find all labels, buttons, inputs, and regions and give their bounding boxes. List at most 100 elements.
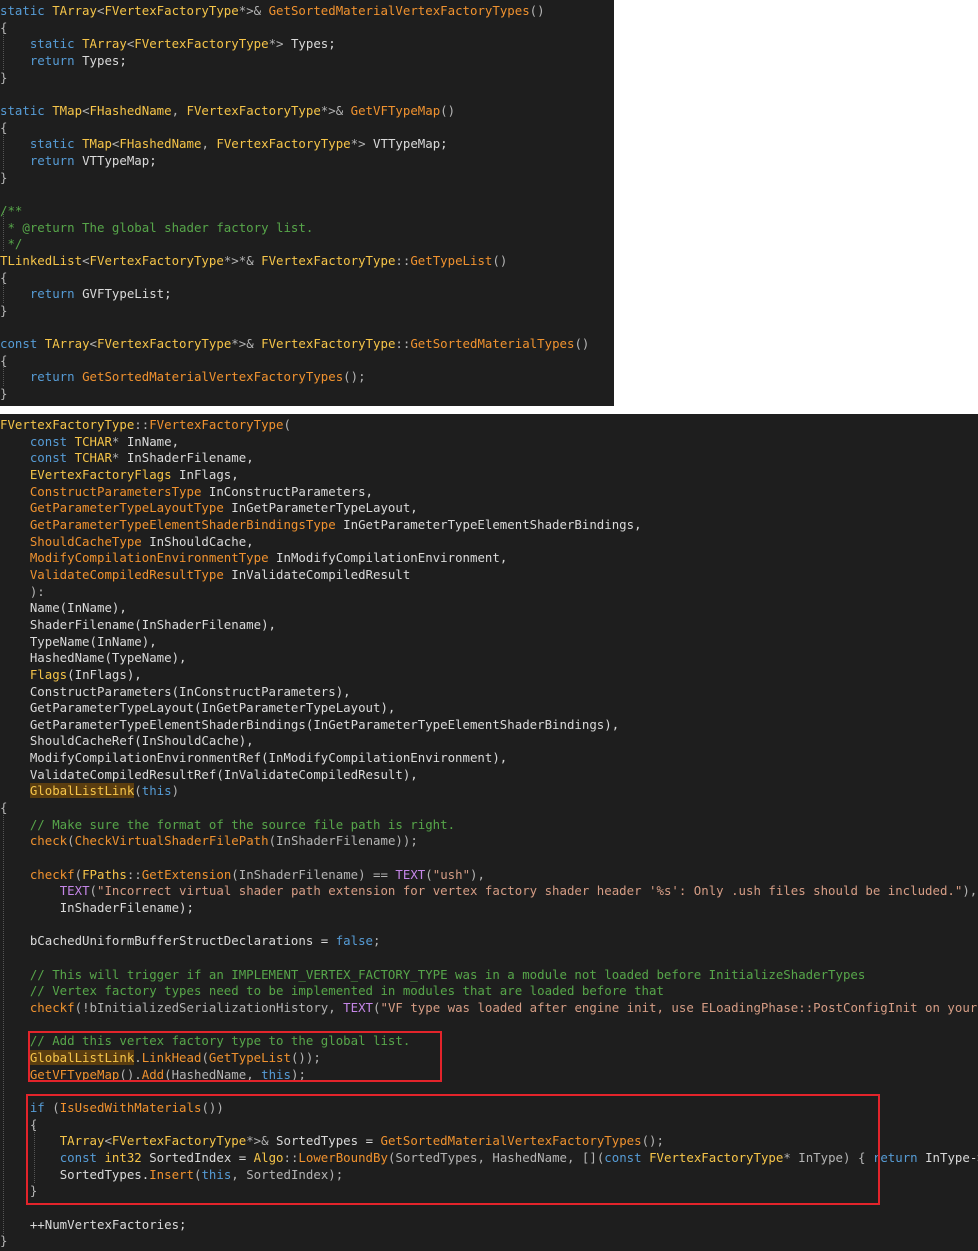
code-line: ++NumVertexFactories; — [0, 1217, 978, 1234]
code-token: , — [201, 136, 217, 152]
code-token: * @return The global shader factory list… — [0, 219, 314, 235]
code-block-top: static TArray<FVertexFactoryType*>& GetS… — [0, 3, 589, 403]
code-token: FVertexFactoryType — [149, 417, 284, 432]
code-line: GlobalListLink(this) — [0, 783, 978, 800]
code-token: *>*& — [223, 252, 262, 268]
code-token: FVertexFactoryType — [186, 102, 321, 118]
code-token: FVertexFactoryType — [134, 36, 269, 52]
code-line: // This will trigger if an IMPLEMENT_VER… — [0, 967, 978, 984]
code-token: } — [0, 69, 8, 85]
code-token: InShouldCache, — [149, 533, 254, 549]
code-token: static — [29, 136, 83, 152]
code-token: TEXT — [395, 866, 426, 882]
code-token: ): — [0, 583, 45, 599]
code-token: :: — [395, 252, 411, 268]
code-line: Name(InName), — [0, 600, 978, 617]
code-line: ShouldCacheType InShouldCache, — [0, 534, 978, 551]
code-token: this — [141, 783, 172, 799]
code-token: } — [0, 386, 8, 402]
code-token: InConstructParameters, — [208, 483, 374, 499]
code-token: { — [0, 352, 8, 368]
code-token: return — [29, 52, 83, 68]
code-token: InName, — [126, 433, 180, 449]
code-line: static TArray<FVertexFactoryType*> Types… — [0, 36, 589, 53]
code-token: *> — [268, 36, 291, 52]
code-token: () — [574, 336, 590, 352]
code-line: HashedName(TypeName), — [0, 650, 978, 667]
code-line: FVertexFactoryType::FVertexFactoryType( — [0, 417, 978, 434]
code-token: (InShaderFilename) == — [231, 866, 396, 882]
code-line: ValidateCompiledResultRef(InValidateComp… — [0, 767, 978, 784]
code-token: *> — [350, 136, 374, 152]
code-token: InGetParameterTypeElementShaderBindings, — [343, 516, 642, 532]
code-token: ConstructParameters(InConstructParameter… — [29, 683, 351, 699]
code-token: GetParameterTypeElementShaderBindingsTyp… — [29, 516, 344, 532]
code-line: { — [0, 353, 589, 370]
code-line: bCachedUniformBufferStructDeclarations =… — [0, 933, 978, 950]
code-token: InGetParameterTypeLayout, — [231, 500, 418, 516]
code-token: (); — [343, 369, 366, 385]
code-token: { — [0, 119, 8, 135]
code-token: const — [29, 450, 75, 466]
code-token: "ush" — [432, 866, 471, 882]
code-token: } — [0, 1233, 8, 1249]
code-token: GlobalListLink — [29, 783, 135, 799]
code-line: InShaderFilename); — [0, 900, 978, 917]
code-token: bCachedUniformBufferStructDeclarations = — [29, 933, 336, 949]
code-token: FHashedName — [89, 102, 172, 118]
code-token: TEXT — [59, 883, 90, 899]
code-token: TypeName(InName), — [29, 633, 157, 649]
code-token: return — [29, 152, 83, 168]
code-token: ( — [67, 833, 75, 849]
code-line: ShaderFilename(InShaderFilename), — [0, 617, 978, 634]
code-line: GetParameterTypeElementShaderBindings(In… — [0, 717, 978, 734]
code-token: TMap — [52, 102, 83, 118]
code-token: TArray — [82, 36, 127, 52]
code-token: */ — [0, 236, 23, 252]
code-line: checkf(!bInitializedSerializationHistory… — [0, 1000, 978, 1017]
code-token: const — [29, 433, 75, 449]
code-line: Flags(InFlags), — [0, 667, 978, 684]
code-token: static — [0, 102, 53, 118]
code-line: EVertexFactoryFlags InFlags, — [0, 467, 978, 484]
code-token: EVertexFactoryFlags — [29, 466, 180, 482]
code-token: const — [0, 336, 45, 352]
code-token: * — [111, 450, 127, 466]
code-token: VTTypeMap; — [373, 136, 448, 152]
code-token: GetVFTypeMap — [350, 102, 441, 118]
code-line: const TCHAR* InShaderFilename, — [0, 450, 978, 467]
code-token: GetSortedMaterialVertexFactoryTypes — [268, 3, 530, 18]
code-token: InShaderFilename, — [126, 450, 254, 466]
code-token: :: — [126, 866, 142, 882]
code-token: ( — [134, 783, 142, 799]
code-token: ; — [373, 933, 381, 949]
code-token: ), — [962, 883, 978, 899]
code-line: { — [0, 120, 589, 137]
code-line: GetParameterTypeLayout(InGetParameterTyp… — [0, 700, 978, 717]
code-token: ), — [470, 866, 485, 882]
code-token: , — [171, 102, 187, 118]
code-token: ShouldCacheType — [29, 533, 150, 549]
code-line: return VTTypeMap; — [0, 153, 589, 170]
code-token: *>& — [320, 102, 351, 118]
code-token: ( — [283, 417, 291, 432]
